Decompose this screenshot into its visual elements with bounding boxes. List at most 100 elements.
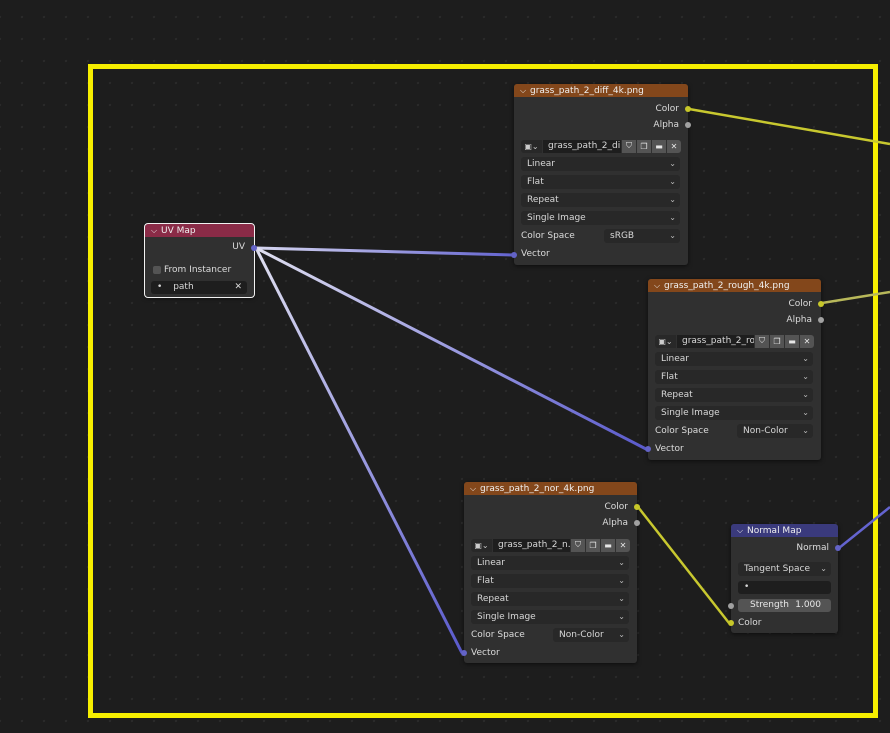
- strength-input-socket[interactable]: [728, 603, 734, 609]
- chevron-down-icon: ⌄: [618, 594, 625, 603]
- duplicate-icon[interactable]: ❐: [637, 139, 651, 153]
- image-texture-diff-title: grass_path_2_diff_4k.png: [530, 86, 644, 96]
- rough-interpolation-value: Linear: [661, 354, 689, 364]
- rough-image-selector[interactable]: ▣⌄ grass_path_2_ro... ⛉ ❐ ▬ ✕: [655, 334, 814, 348]
- nor-image-selector[interactable]: ▣⌄ grass_path_2_n... ⛉ ❐ ▬ ✕: [471, 538, 630, 552]
- nor-extension-dropdown[interactable]: Repeat ⌄: [471, 592, 629, 606]
- close-icon[interactable]: ✕: [800, 334, 814, 348]
- rough-projection-value: Flat: [661, 372, 678, 382]
- nor-alpha-output-label: Alpha: [602, 518, 628, 528]
- rough-extension-value: Repeat: [661, 390, 693, 400]
- rough-alpha-output-label: Alpha: [786, 315, 812, 325]
- folder-icon[interactable]: ▬: [601, 538, 615, 552]
- nor-vector-input-socket[interactable]: [461, 650, 467, 656]
- diff-image-selector[interactable]: ▣⌄ grass_path_2_di... ⛉ ❐ ▬ ✕: [521, 139, 681, 153]
- chevron-down-icon: ⌄: [802, 354, 809, 363]
- shield-icon[interactable]: ⛉: [622, 139, 636, 153]
- shield-icon[interactable]: ⛉: [571, 538, 585, 552]
- normal-output-label: Normal: [796, 543, 829, 553]
- image-icon[interactable]: ▣⌄: [521, 139, 542, 153]
- nor-interpolation-dropdown[interactable]: Linear ⌄: [471, 556, 629, 570]
- rough-extension-dropdown[interactable]: Repeat ⌄: [655, 388, 813, 402]
- diff-projection-dropdown[interactable]: Flat ⌄: [521, 175, 680, 189]
- uv-output-socket[interactable]: [251, 245, 257, 251]
- from-instancer-checkbox[interactable]: [153, 266, 161, 274]
- chevron-down-icon[interactable]: ⌵: [654, 279, 664, 292]
- rough-projection-dropdown[interactable]: Flat ⌄: [655, 370, 813, 384]
- diff-source-value: Single Image: [527, 213, 586, 223]
- nor-projection-dropdown[interactable]: Flat ⌄: [471, 574, 629, 588]
- uv-map-title: UV Map: [161, 226, 196, 236]
- nor-source-dropdown[interactable]: Single Image ⌄: [471, 610, 629, 624]
- nor-alpha-output-socket[interactable]: [634, 520, 640, 526]
- chevron-down-icon[interactable]: ⌵: [520, 84, 530, 97]
- diff-alpha-output-label: Alpha: [653, 120, 679, 130]
- uv-map-node[interactable]: ⌵ UV Map UV From Instancer • path ✕: [144, 223, 257, 298]
- nor-image-name[interactable]: grass_path_2_n...: [493, 538, 570, 552]
- image-texture-rough-header[interactable]: ⌵ grass_path_2_rough_4k.png: [648, 279, 821, 292]
- nor-color-space-dropdown[interactable]: Non-Color ⌄: [553, 628, 629, 642]
- nor-color-output-socket[interactable]: [634, 504, 640, 510]
- diff-alpha-output-socket[interactable]: [685, 122, 691, 128]
- diff-interpolation-dropdown[interactable]: Linear ⌄: [521, 157, 680, 171]
- duplicate-icon[interactable]: ❐: [586, 538, 600, 552]
- shield-icon[interactable]: ⛉: [755, 334, 769, 348]
- uv-map-header[interactable]: ⌵ UV Map: [145, 224, 254, 237]
- diff-source-dropdown[interactable]: Single Image ⌄: [521, 211, 680, 225]
- folder-icon[interactable]: ▬: [785, 334, 799, 348]
- rough-vector-input-socket[interactable]: [645, 446, 651, 452]
- chevron-down-icon[interactable]: ⌵: [737, 524, 747, 537]
- normal-color-input-label: Color: [738, 618, 762, 628]
- chevron-down-icon: ⌄: [669, 195, 676, 204]
- rough-alpha-output-socket[interactable]: [818, 317, 824, 323]
- chevron-down-icon[interactable]: ⌵: [470, 482, 480, 495]
- strength-slider[interactable]: Strength 1.000: [738, 599, 831, 612]
- rough-color-space-dropdown[interactable]: Non-Color ⌄: [737, 424, 813, 438]
- folder-icon[interactable]: ▬: [652, 139, 666, 153]
- strength-value: 1.000: [795, 600, 821, 610]
- normal-uv-map-icon: •: [744, 582, 750, 592]
- diff-extension-value: Repeat: [527, 195, 559, 205]
- normal-map-header[interactable]: ⌵ Normal Map: [731, 524, 838, 537]
- uv-map-field-icon: •: [157, 282, 163, 292]
- image-texture-nor-node[interactable]: ⌵ grass_path_2_nor_4k.png Color Alpha ▣⌄ …: [461, 482, 640, 663]
- chevron-down-icon[interactable]: ⌵: [151, 224, 161, 237]
- image-texture-diff-header[interactable]: ⌵ grass_path_2_diff_4k.png: [514, 84, 688, 97]
- image-texture-rough-node[interactable]: ⌵ grass_path_2_rough_4k.png Color Alpha ▣…: [645, 279, 824, 460]
- rough-interpolation-dropdown[interactable]: Linear ⌄: [655, 352, 813, 366]
- image-texture-nor-title: grass_path_2_nor_4k.png: [480, 484, 595, 494]
- image-texture-diff-node[interactable]: ⌵ grass_path_2_diff_4k.png Color Alpha ▣⌄…: [511, 84, 691, 265]
- diff-image-name[interactable]: grass_path_2_di...: [543, 139, 621, 153]
- chevron-down-icon: ⌄: [618, 576, 625, 585]
- normal-space-dropdown[interactable]: Tangent Space ⌄: [738, 562, 831, 576]
- chevron-down-icon: ⌄: [669, 159, 676, 168]
- uv-map-field[interactable]: • path ✕: [151, 281, 247, 294]
- normal-uv-map-field[interactable]: •: [738, 581, 831, 594]
- rough-color-space-value: Non-Color: [743, 426, 788, 436]
- diff-color-space-value: sRGB: [610, 231, 635, 241]
- close-icon[interactable]: ✕: [616, 538, 630, 552]
- diff-extension-dropdown[interactable]: Repeat ⌄: [521, 193, 680, 207]
- image-icon[interactable]: ▣⌄: [471, 538, 492, 552]
- rough-image-name[interactable]: grass_path_2_ro...: [677, 334, 754, 348]
- close-icon[interactable]: ✕: [667, 139, 681, 153]
- uv-output-label: UV: [232, 242, 245, 252]
- diff-color-output-socket[interactable]: [685, 106, 691, 112]
- image-icon[interactable]: ▣⌄: [655, 334, 676, 348]
- normal-map-node[interactable]: ⌵ Normal Map Normal Tangent Space ⌄ • Stre…: [728, 524, 841, 633]
- rough-source-dropdown[interactable]: Single Image ⌄: [655, 406, 813, 420]
- chevron-down-icon: ⌄: [802, 390, 809, 399]
- normal-space-value: Tangent Space: [744, 564, 810, 574]
- diff-color-output-label: Color: [655, 104, 680, 114]
- normal-color-input-socket[interactable]: [728, 620, 734, 626]
- rough-color-output-socket[interactable]: [818, 301, 824, 307]
- nor-extension-value: Repeat: [477, 594, 509, 604]
- rough-color-space-label: Color Space: [655, 426, 709, 436]
- diff-color-space-dropdown[interactable]: sRGB ⌄: [604, 229, 680, 243]
- close-icon[interactable]: ✕: [234, 281, 242, 294]
- duplicate-icon[interactable]: ❐: [770, 334, 784, 348]
- nor-color-output-label: Color: [604, 502, 629, 512]
- image-texture-nor-header[interactable]: ⌵ grass_path_2_nor_4k.png: [464, 482, 637, 495]
- normal-output-socket[interactable]: [835, 545, 841, 551]
- diff-vector-input-socket[interactable]: [511, 252, 517, 258]
